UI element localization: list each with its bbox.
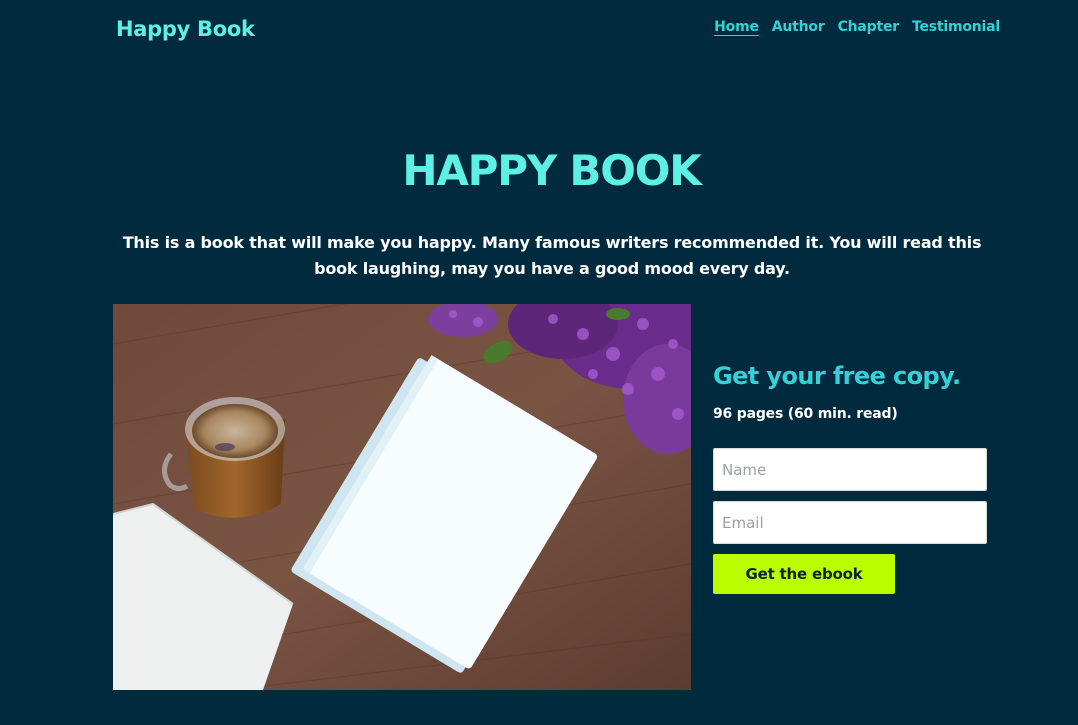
name-input[interactable] bbox=[713, 448, 987, 491]
brand-logo[interactable]: Happy Book bbox=[116, 14, 255, 44]
landing-page: Happy Book Home Author Chapter Testimoni… bbox=[0, 0, 1078, 725]
nav-link-chapter[interactable]: Chapter bbox=[838, 16, 900, 38]
nav-link-author[interactable]: Author bbox=[772, 16, 825, 38]
signup-title: Get your free copy. bbox=[713, 362, 961, 390]
hero-description: This is a book that will make you happy.… bbox=[122, 233, 982, 278]
main-nav: Home Author Chapter Testimonial bbox=[714, 16, 1000, 38]
nav-link-testimonial[interactable]: Testimonial bbox=[912, 16, 1000, 38]
email-input[interactable] bbox=[713, 501, 987, 544]
book-meta: 96 pages (60 min. read) bbox=[713, 406, 898, 422]
get-ebook-button[interactable]: Get the ebook bbox=[713, 554, 895, 594]
hero-title: HAPPY BOOK bbox=[402, 146, 701, 195]
book-photo bbox=[113, 304, 691, 690]
nav-link-home[interactable]: Home bbox=[714, 16, 759, 38]
